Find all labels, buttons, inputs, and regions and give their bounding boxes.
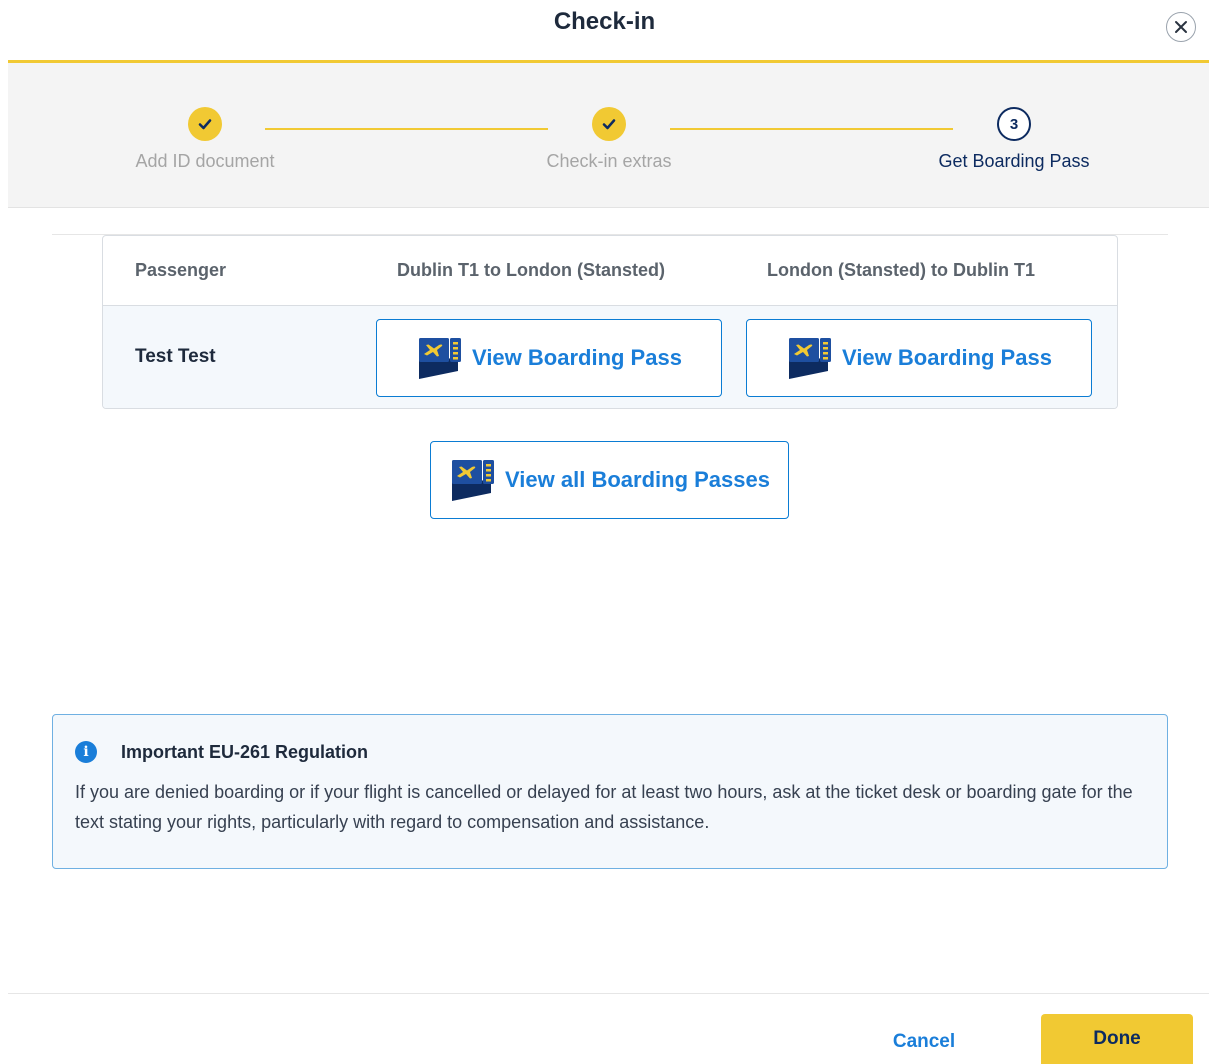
step-add-id-document: Add ID document xyxy=(95,107,315,172)
column-header-outbound: Dublin T1 to London (Stansted) xyxy=(397,260,665,280)
dialog-title: Check-in xyxy=(553,8,656,35)
boarding-pass-icon xyxy=(786,334,834,382)
column-header-return: London (Stansted) to Dublin T1 xyxy=(767,260,1035,280)
button-label: View Boarding Pass xyxy=(842,345,1052,370)
step-check-in-extras: Check-in extras xyxy=(499,107,719,172)
check-icon xyxy=(198,119,212,130)
column-header-passenger: Passenger xyxy=(135,260,227,280)
passenger-name: Test Test xyxy=(135,346,216,367)
notice-title: Important EU-261 Regulation xyxy=(121,741,369,762)
notice-text: If you are denied boarding or if your fl… xyxy=(75,782,1133,832)
info-icon: i xyxy=(75,741,97,763)
table-header: Passenger Dublin T1 to London (Stansted)… xyxy=(103,236,1117,306)
table-row: Test Test View Boarding Pass View Boardi… xyxy=(103,306,1117,408)
boarding-pass-table: Passenger Dublin T1 to London (Stansted)… xyxy=(102,235,1118,409)
close-icon xyxy=(1175,21,1187,33)
step-complete-badge xyxy=(592,107,626,141)
step-get-boarding-pass: 3 Get Boarding Pass xyxy=(904,107,1124,172)
boarding-pass-icon xyxy=(416,334,464,382)
button-label: View all Boarding Passes xyxy=(505,467,770,492)
button-label: View Boarding Pass xyxy=(472,345,682,370)
notice-header: i Important EU-261 Regulation xyxy=(75,741,368,763)
boarding-pass-icon xyxy=(449,456,497,504)
step-label: Add ID document xyxy=(135,151,275,171)
footer-divider xyxy=(8,993,1209,994)
view-boarding-pass-outbound-button[interactable]: View Boarding Pass xyxy=(376,319,722,397)
step-complete-badge xyxy=(188,107,222,141)
view-all-boarding-passes-button[interactable]: View all Boarding Passes xyxy=(430,441,789,519)
eu261-notice: i Important EU-261 Regulation If you are… xyxy=(52,714,1168,869)
check-icon xyxy=(602,119,616,130)
view-boarding-pass-return-button[interactable]: View Boarding Pass xyxy=(746,319,1092,397)
progress-stepper: Add ID document Check-in extras 3 Get Bo… xyxy=(8,63,1209,208)
cancel-button[interactable]: Cancel xyxy=(872,1020,976,1064)
step-label: Check-in extras xyxy=(546,151,672,171)
close-button[interactable] xyxy=(1166,12,1196,42)
dialog-header: Check-in xyxy=(0,0,1209,60)
step-number-badge: 3 xyxy=(997,107,1031,141)
step-label: Get Boarding Pass xyxy=(938,151,1090,171)
done-button[interactable]: Done xyxy=(1041,1014,1193,1064)
